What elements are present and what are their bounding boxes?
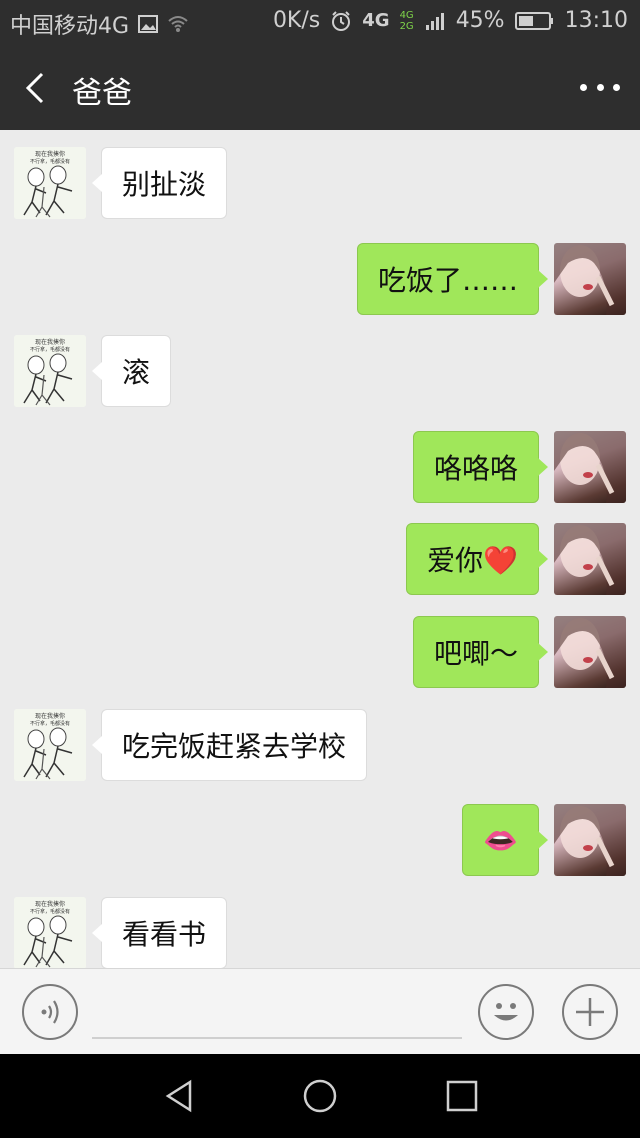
message-bubble[interactable]: 滚: [91, 335, 172, 407]
chat-title: 爸爸: [72, 76, 132, 111]
status-bar: 中国移动4G 0K/s 4G 4G 2G 45% 13:10: [0, 0, 640, 46]
meme-stickman-icon: 现在我揍你 不行拿，毛都没有: [14, 147, 86, 219]
contact-avatar[interactable]: 现在我揍你 不行拿，毛都没有: [14, 335, 86, 407]
meme-stickman-icon: 现在我揍你 不行拿，毛都没有: [14, 897, 86, 968]
message-bubble[interactable]: 吃饭了……: [356, 243, 549, 315]
contact-avatar[interactable]: 现在我揍你 不行拿，毛都没有: [14, 897, 86, 968]
message-bubble[interactable]: 👄: [462, 804, 548, 876]
more-options-icon[interactable]: [580, 72, 620, 102]
message-row: 吧唧～: [0, 616, 640, 688]
svg-text:现在我揍你: 现在我揍你: [35, 150, 65, 158]
message-row: 现在我揍你 不行拿，毛都没有 吃完饭赶紧去学校: [0, 709, 640, 781]
user-avatar[interactable]: [554, 804, 626, 876]
user-avatar[interactable]: [554, 616, 626, 688]
alarm-icon: [332, 10, 351, 31]
svg-text:不行拿，毛都没有: 不行拿，毛都没有: [30, 908, 70, 915]
message-bubble[interactable]: 看看书: [91, 897, 228, 968]
carrier-label: 中国移动4G: [10, 14, 130, 39]
smiley-icon: [494, 1003, 518, 1021]
message-row: 现在我揍你 不行拿，毛都没有 看看书: [0, 897, 640, 968]
svg-text:现在我揍你: 现在我揍你: [35, 338, 65, 346]
plus-icon: [576, 998, 604, 1026]
message-row: 现在我揍你 不行拿，毛都没有 滚: [0, 335, 640, 407]
message-row: 现在我揍你 不行拿，毛都没有 别扯淡: [0, 147, 640, 219]
system-back-icon[interactable]: [160, 1076, 200, 1116]
message-bubble[interactable]: 咯咯咯: [412, 431, 549, 503]
back-arrow-icon[interactable]: [18, 70, 54, 106]
emoji-button[interactable]: [478, 984, 534, 1040]
signal-icon: [425, 12, 444, 30]
user-avatar[interactable]: [554, 523, 626, 595]
profile-photo-icon: [554, 804, 626, 876]
message-row: 咯咯咯: [0, 431, 640, 503]
profile-photo-icon: [554, 431, 626, 503]
message-row: 👄: [0, 804, 640, 876]
input-bar: [0, 968, 640, 1054]
system-navigation-bar: [0, 1054, 640, 1138]
battery-icon: [514, 11, 553, 30]
profile-photo-icon: [554, 243, 626, 315]
system-home-icon[interactable]: [300, 1076, 340, 1116]
message-row: 吃饭了……: [0, 243, 640, 315]
message-row: 爱你❤️: [0, 523, 640, 595]
message-bubble[interactable]: 吃完饭赶紧去学校: [91, 709, 368, 781]
contact-avatar[interactable]: 现在我揍你 不行拿，毛都没有: [14, 147, 86, 219]
profile-photo-icon: [554, 523, 626, 595]
network-type: 4G: [362, 10, 390, 31]
message-bubble[interactable]: 别扯淡: [91, 147, 228, 219]
net-speed: 0K/s: [272, 8, 321, 33]
message-bubble[interactable]: 爱你❤️: [406, 523, 548, 595]
chat-header: 爸爸: [0, 46, 640, 130]
profile-photo-icon: [554, 616, 626, 688]
system-recents-icon[interactable]: [442, 1076, 482, 1116]
user-avatar[interactable]: [554, 431, 626, 503]
svg-text:不行拿，毛都没有: 不行拿，毛都没有: [30, 158, 70, 165]
voice-input-button[interactable]: [22, 984, 78, 1040]
svg-text:不行拿，毛都没有: 不行拿，毛都没有: [30, 346, 70, 353]
svg-text:不行拿，毛都没有: 不行拿，毛都没有: [30, 720, 70, 727]
user-avatar[interactable]: [554, 243, 626, 315]
battery-percent: 45%: [455, 8, 505, 33]
message-list[interactable]: 现在我揍你 不行拿，毛都没有 别扯淡 吃饭了…… 现在我揍你 不行拿，毛都没有 …: [0, 130, 640, 968]
meme-stickman-icon: 现在我揍你 不行拿，毛都没有: [14, 709, 86, 781]
meme-stickman-icon: 现在我揍你 不行拿，毛都没有: [14, 335, 86, 407]
network-small: 4G 2G: [399, 9, 414, 32]
gallery-notification-icon: [138, 15, 159, 33]
contact-avatar[interactable]: 现在我揍你 不行拿，毛都没有: [14, 709, 86, 781]
wifi-icon: [168, 16, 188, 32]
message-input[interactable]: [92, 989, 462, 1039]
svg-text:现在我揍你: 现在我揍你: [35, 900, 65, 908]
more-functions-button[interactable]: [562, 984, 618, 1040]
clock: 13:10: [564, 8, 628, 33]
svg-text:现在我揍你: 现在我揍你: [35, 712, 65, 720]
message-bubble[interactable]: 吧唧～: [412, 616, 549, 688]
voice-wave-icon: [41, 1000, 59, 1024]
